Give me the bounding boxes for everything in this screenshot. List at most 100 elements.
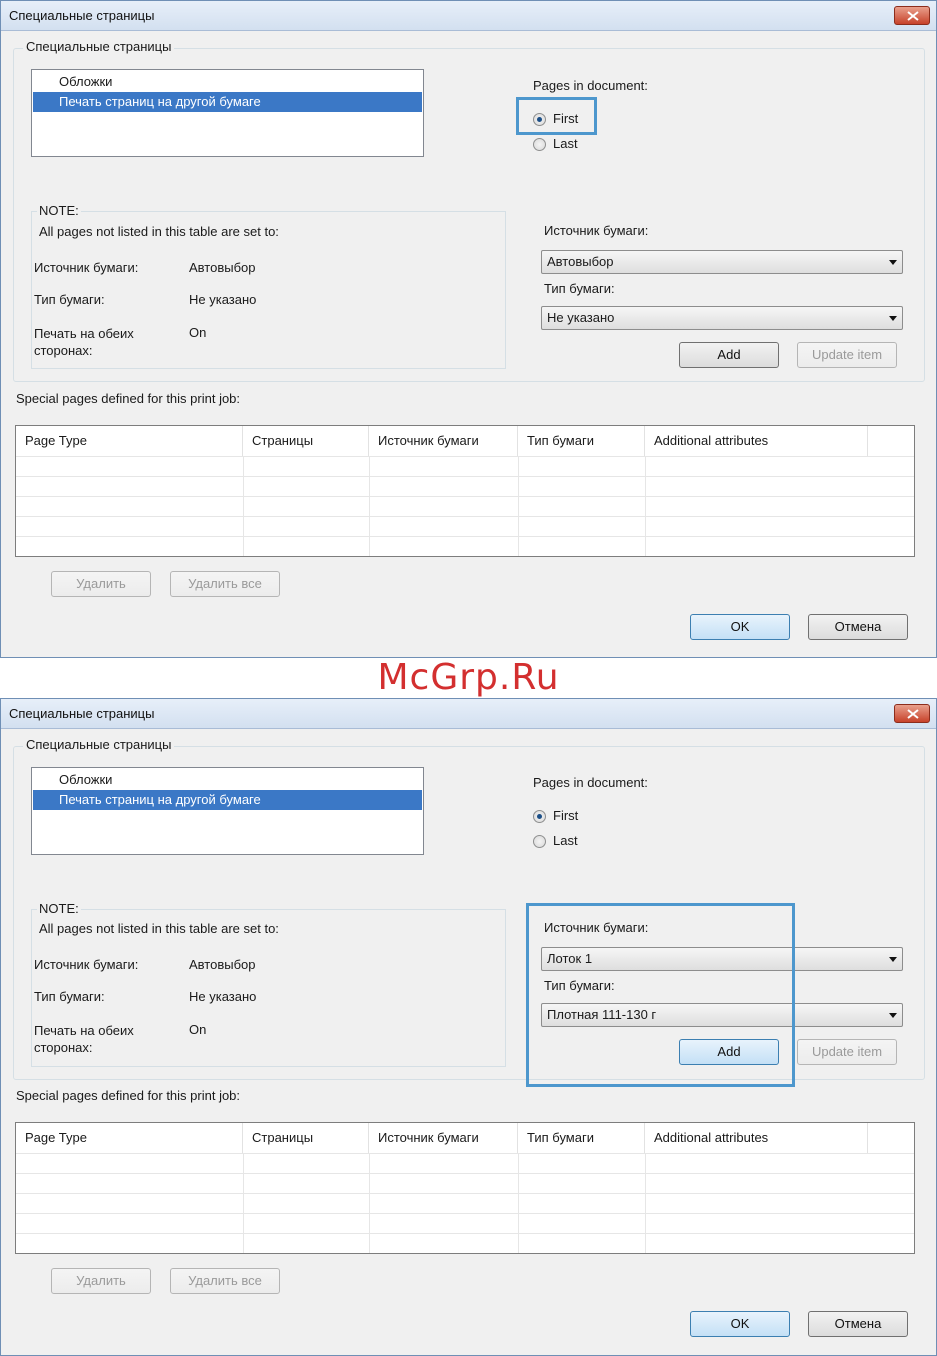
- close-button[interactable]: [894, 704, 930, 723]
- note-title: NOTE:: [37, 901, 81, 916]
- list-item-covers[interactable]: Обложки: [33, 72, 422, 92]
- highlight-first-option: [516, 97, 597, 135]
- ok-button[interactable]: OK: [690, 1311, 790, 1337]
- radio-last-label: Last: [553, 136, 578, 151]
- column-header-paper-type[interactable]: Тип бумаги: [518, 426, 645, 456]
- column-divider: [243, 456, 244, 556]
- cancel-button[interactable]: Отмена: [808, 614, 908, 640]
- column-divider: [369, 456, 370, 556]
- row-divider: [16, 1213, 914, 1214]
- note-source-value: Автовыбор: [189, 957, 256, 972]
- column-divider: [243, 1153, 244, 1253]
- note-type-label: Тип бумаги:: [34, 292, 105, 307]
- row-divider: [16, 1173, 914, 1174]
- special-pages-dialog-1: Специальные страницы Специальные страниц…: [0, 0, 937, 658]
- row-divider: [16, 496, 914, 497]
- dropdown-arrow-icon: [889, 260, 897, 265]
- column-header-paper-source[interactable]: Источник бумаги: [369, 1123, 518, 1153]
- row-divider: [16, 536, 914, 537]
- column-header-pages[interactable]: Страницы: [243, 1123, 369, 1153]
- column-header-page-type[interactable]: Page Type: [16, 426, 243, 456]
- row-divider: [16, 1233, 914, 1234]
- page-type-list[interactable]: Обложки Печать страниц на другой бумаге: [31, 69, 424, 157]
- note-source-label: Источник бумаги:: [34, 260, 139, 275]
- special-pages-dialog-2: Специальные страницы Специальные страниц…: [0, 698, 937, 1356]
- note-duplex-label: Печать на обеих сторонах:: [34, 326, 134, 358]
- update-item-button[interactable]: Update item: [797, 342, 897, 368]
- column-header-paper-type[interactable]: Тип бумаги: [518, 1123, 645, 1153]
- paper-type-value: Не указано: [547, 310, 615, 325]
- page-type-list[interactable]: Обложки Печать страниц на другой бумаге: [31, 767, 424, 855]
- note-title: NOTE:: [37, 203, 81, 218]
- highlight-paper-settings: [526, 903, 795, 1087]
- group-label: Специальные страницы: [23, 39, 175, 54]
- note-type-value: Не указано: [189, 989, 257, 1004]
- dropdown-arrow-icon: [889, 316, 897, 321]
- window-title: Специальные страницы: [9, 8, 155, 23]
- delete-all-button[interactable]: Удалить все: [170, 571, 280, 597]
- list-item-print-other-paper[interactable]: Печать страниц на другой бумаге: [33, 92, 422, 112]
- delete-button[interactable]: Удалить: [51, 1268, 151, 1294]
- note-text: All pages not listed in this table are s…: [39, 921, 279, 936]
- column-header-page-type[interactable]: Page Type: [16, 1123, 243, 1153]
- special-pages-label: Special pages defined for this print job…: [16, 391, 241, 406]
- list-item-print-other-paper[interactable]: Печать страниц на другой бумаге: [33, 790, 422, 810]
- column-divider: [645, 456, 646, 556]
- note-type-label: Тип бумаги:: [34, 989, 105, 1004]
- cancel-button[interactable]: Отмена: [808, 1311, 908, 1337]
- column-divider: [369, 1153, 370, 1253]
- ok-button[interactable]: OK: [690, 614, 790, 640]
- column-header-paper-source[interactable]: Источник бумаги: [369, 426, 518, 456]
- group-label: Специальные страницы: [23, 737, 175, 752]
- radio-last[interactable]: Last: [533, 832, 593, 850]
- radio-last-label: Last: [553, 833, 578, 848]
- list-item-covers[interactable]: Обложки: [33, 770, 422, 790]
- delete-button[interactable]: Удалить: [51, 571, 151, 597]
- note-text: All pages not listed in this table are s…: [39, 224, 279, 239]
- radio-first-label: First: [553, 808, 579, 823]
- column-divider: [645, 1153, 646, 1253]
- column-header-additional-attributes[interactable]: Additional attributes: [645, 426, 868, 456]
- pages-in-document-label: Pages in document:: [533, 775, 648, 790]
- close-button[interactable]: [894, 6, 930, 25]
- delete-all-button[interactable]: Удалить все: [170, 1268, 280, 1294]
- title-bar: Специальные страницы: [1, 1, 936, 31]
- column-header-additional-attributes[interactable]: Additional attributes: [645, 1123, 868, 1153]
- row-divider: [16, 1193, 914, 1194]
- title-bar: Специальные страницы: [1, 699, 936, 729]
- window-title: Специальные страницы: [9, 706, 155, 721]
- row-divider: [16, 476, 914, 477]
- special-pages-table[interactable]: Page Type Страницы Источник бумаги Тип б…: [15, 1122, 915, 1254]
- note-source-label: Источник бумаги:: [34, 957, 139, 972]
- header-divider: [16, 456, 914, 457]
- note-duplex-value: On: [189, 325, 207, 340]
- note-duplex-label: Печать на обеих сторонах:: [34, 1023, 134, 1055]
- close-icon: [907, 709, 919, 719]
- header-divider: [16, 1153, 914, 1154]
- column-divider: [518, 456, 519, 556]
- paper-source-label: Источник бумаги:: [544, 223, 649, 238]
- paper-source-value: Автовыбор: [547, 254, 614, 269]
- close-icon: [907, 11, 919, 21]
- column-divider: [518, 1153, 519, 1253]
- radio-last[interactable]: Last: [533, 135, 593, 153]
- note-type-value: Не указано: [189, 292, 257, 307]
- radio-last-button[interactable]: [533, 138, 546, 151]
- paper-source-select[interactable]: Автовыбор: [541, 250, 903, 274]
- note-duplex-value: On: [189, 1022, 207, 1037]
- note-source-value: Автовыбор: [189, 260, 256, 275]
- pages-in-document-label: Pages in document:: [533, 78, 648, 93]
- radio-last-button[interactable]: [533, 835, 546, 848]
- watermark: McGrp.Ru: [377, 657, 560, 698]
- special-pages-label: Special pages defined for this print job…: [16, 1088, 241, 1103]
- dropdown-arrow-icon: [889, 957, 897, 962]
- row-divider: [16, 516, 914, 517]
- radio-first[interactable]: First: [533, 807, 593, 825]
- special-pages-table[interactable]: Page Type Страницы Источник бумаги Тип б…: [15, 425, 915, 557]
- paper-type-select[interactable]: Не указано: [541, 306, 903, 330]
- paper-type-label: Тип бумаги:: [544, 281, 615, 296]
- column-header-pages[interactable]: Страницы: [243, 426, 369, 456]
- add-button[interactable]: Add: [679, 342, 779, 368]
- update-item-button[interactable]: Update item: [797, 1039, 897, 1065]
- radio-first-button[interactable]: [533, 810, 546, 823]
